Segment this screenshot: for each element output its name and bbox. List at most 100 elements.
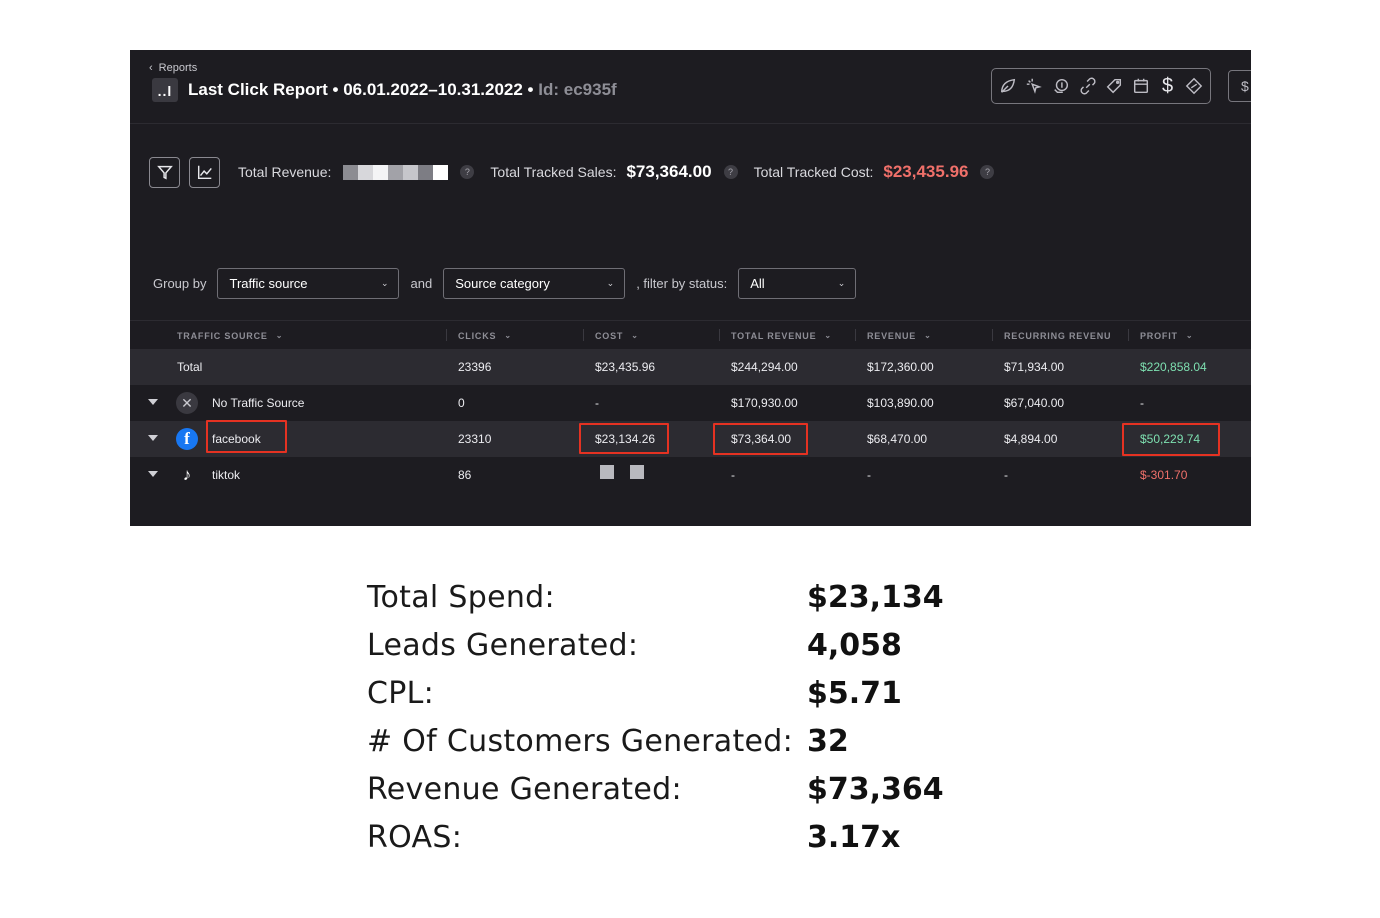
status-value: All bbox=[750, 276, 765, 291]
cell-name: tiktok bbox=[212, 468, 241, 482]
expand-triangle-icon[interactable] bbox=[148, 399, 158, 405]
breadcrumb-reports[interactable]: Reports bbox=[159, 62, 198, 74]
cell-total-revenue: $244,294.00 bbox=[731, 360, 798, 374]
second-group-value: Source category bbox=[455, 276, 550, 291]
app-logo-icon: ..l bbox=[152, 78, 178, 102]
cell-total-revenue: $170,930.00 bbox=[731, 396, 798, 410]
chevron-down-icon: ⌄ bbox=[631, 331, 639, 340]
cell-name: Total bbox=[177, 360, 203, 374]
group-by-value: Traffic source bbox=[229, 276, 308, 291]
cell-revenue: - bbox=[867, 468, 871, 482]
cell-clicks: 23310 bbox=[458, 432, 492, 446]
stat-row: # Of Customers Generated: 32 bbox=[367, 724, 967, 772]
table-header: TRAFFIC SOURCE ⌄ CLICKS ⌄ COST ⌄ TOTAL REVE… bbox=[130, 320, 1251, 349]
stat-label: # Of Customers Generated: bbox=[367, 724, 794, 759]
coin-hand-icon[interactable] bbox=[1051, 76, 1071, 96]
line-chart-icon bbox=[197, 165, 212, 180]
highlight-box bbox=[579, 423, 669, 454]
total-tracked-sales-value: $73,364.00 bbox=[626, 162, 712, 181]
group-by-select[interactable]: Traffic source ⌄ bbox=[217, 268, 400, 299]
tiktok-icon: ♪ bbox=[182, 465, 192, 484]
column-header-profit[interactable]: PROFIT ⌄ bbox=[1140, 321, 1250, 350]
and-label: and bbox=[410, 276, 433, 291]
chevron-down-icon: ⌄ bbox=[504, 331, 512, 340]
cell-revenue: $172,360.00 bbox=[867, 360, 934, 374]
cell-recurring-revenue: $4,894.00 bbox=[1004, 432, 1058, 446]
expand-triangle-icon[interactable] bbox=[148, 435, 158, 441]
stat-row: ROAS: 3.17x bbox=[367, 820, 967, 868]
chevron-down-icon: ⌄ bbox=[837, 278, 846, 288]
chevron-down-icon: ⌄ bbox=[380, 278, 389, 288]
report-title-text: Last Click Report • 06.01.2022–10.31.202… bbox=[188, 80, 534, 99]
cell-clicks: 86 bbox=[458, 468, 472, 482]
cell-total-revenue: - bbox=[731, 468, 735, 482]
cell-recurring-revenue: - bbox=[1004, 468, 1008, 482]
column-header-revenue[interactable]: REVENUE ⌄ bbox=[867, 321, 987, 350]
chart-button[interactable] bbox=[189, 156, 220, 188]
stat-value: $23,134 bbox=[807, 580, 944, 615]
cell-cost: $23,435.96 bbox=[595, 360, 656, 374]
cell-profit: $-301.70 bbox=[1140, 468, 1188, 482]
stat-row: Total Spend: $23,134 bbox=[367, 580, 967, 628]
stat-value: $73,364 bbox=[807, 772, 944, 807]
chevron-left-icon: ‹ bbox=[149, 62, 153, 74]
leaf-icon[interactable] bbox=[998, 76, 1018, 96]
tag-icon[interactable] bbox=[1105, 76, 1125, 96]
chevron-down-icon: ⌄ bbox=[824, 331, 832, 340]
report-header: ‹ Reports ..l Last Click Report • 06.01.… bbox=[130, 50, 1251, 124]
link-icon[interactable] bbox=[1078, 76, 1098, 96]
table-row[interactable]: f facebook 23310 $23,134.26 $73,364.00 $… bbox=[130, 420, 1251, 457]
redacted-value bbox=[343, 164, 449, 180]
calendar-icon[interactable] bbox=[1131, 76, 1151, 96]
column-header-clicks[interactable]: CLICKS ⌄ bbox=[458, 321, 578, 350]
filter-status-label: , filter by status: bbox=[636, 276, 728, 291]
table-row[interactable]: ✕ No Traffic Source 0 - $170,930.00 $103… bbox=[130, 385, 1251, 421]
filter-button[interactable] bbox=[149, 156, 180, 188]
cell-name: No Traffic Source bbox=[212, 396, 305, 410]
filter-icon bbox=[156, 165, 173, 180]
title-row: ..l Last Click Report • 06.01.2022–10.31… bbox=[152, 78, 617, 102]
column-header-total-revenue[interactable]: TOTAL REVENUE ⌄ bbox=[731, 321, 851, 350]
summary-bar: Total Revenue: ? Total Tracked Sales: $7… bbox=[149, 156, 1239, 188]
dollar-icon[interactable]: $ bbox=[1158, 75, 1178, 97]
cell-cost: - bbox=[595, 396, 599, 410]
breadcrumb[interactable]: ‹ Reports bbox=[149, 62, 197, 74]
expand-triangle-icon[interactable] bbox=[148, 471, 158, 477]
second-group-select[interactable]: Source category ⌄ bbox=[443, 268, 626, 299]
currency-button[interactable]: $ bbox=[1228, 70, 1251, 102]
column-header-traffic-source[interactable]: TRAFFIC SOURCE ⌄ bbox=[177, 321, 377, 350]
facebook-icon: f bbox=[176, 428, 198, 450]
chevron-down-icon: ⌄ bbox=[275, 331, 284, 340]
cell-clicks: 0 bbox=[458, 396, 465, 410]
column-header-cost[interactable]: COST ⌄ bbox=[595, 321, 715, 350]
discount-tag-icon[interactable] bbox=[1184, 76, 1204, 96]
stat-label: CPL: bbox=[367, 676, 435, 711]
cell-profit: - bbox=[1140, 396, 1144, 410]
pointer-click-icon[interactable] bbox=[1025, 76, 1045, 96]
stat-label: ROAS: bbox=[367, 820, 463, 855]
total-tracked-sales-label: Total Tracked Sales: bbox=[490, 164, 617, 180]
stat-value: 3.17x bbox=[807, 820, 901, 855]
chevron-down-icon: ⌄ bbox=[1185, 331, 1194, 340]
cell-recurring-revenue: $71,934.00 bbox=[1004, 360, 1065, 374]
cell-revenue: $68,470.00 bbox=[867, 432, 928, 446]
stat-row: Leads Generated: 4,058 bbox=[367, 628, 967, 676]
column-header-recurring-revenue[interactable]: RECURRING REVENUE bbox=[1004, 321, 1110, 350]
table-row[interactable]: ♪ tiktok 86 - - - $-301.70 bbox=[130, 457, 1251, 493]
stat-value: $5.71 bbox=[807, 676, 902, 711]
total-tracked-cost-label: Total Tracked Cost: bbox=[753, 164, 874, 180]
help-icon[interactable]: ? bbox=[980, 165, 995, 179]
stat-value: 4,058 bbox=[807, 628, 902, 663]
x-icon: ✕ bbox=[176, 392, 198, 414]
attribution-toolbar: $ bbox=[991, 68, 1211, 104]
status-select[interactable]: All ⌄ bbox=[738, 268, 857, 299]
stat-row: Revenue Generated: $73,364 bbox=[367, 772, 967, 820]
help-icon[interactable]: ? bbox=[723, 165, 738, 179]
stat-label: Leads Generated: bbox=[367, 628, 639, 663]
highlight-box bbox=[713, 423, 808, 455]
cell-recurring-revenue: $67,040.00 bbox=[1004, 396, 1065, 410]
cell-clicks: 23396 bbox=[458, 360, 492, 374]
total-tracked-cost-value: $23,435.96 bbox=[883, 162, 969, 181]
stat-value: 32 bbox=[807, 724, 849, 759]
help-icon[interactable]: ? bbox=[460, 165, 475, 179]
